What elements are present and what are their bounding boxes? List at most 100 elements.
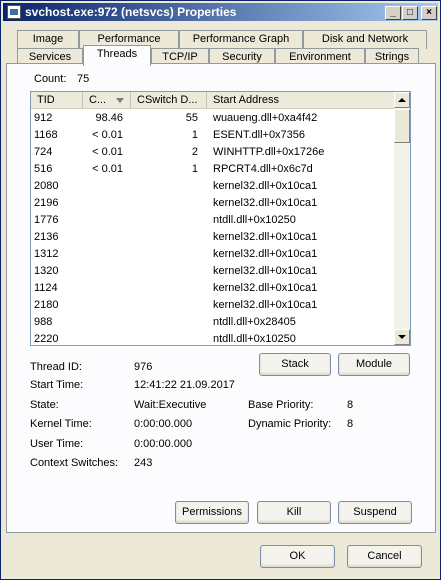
- window-title: svchost.exe:972 (netsvcs) Properties: [25, 5, 237, 19]
- cell-cswitch-delta: 2: [191, 146, 198, 158]
- table-row[interactable]: 912 98.46 55 wuaueng.dll+0xa4f42: [31, 110, 395, 127]
- tab-image[interactable]: Image: [17, 30, 79, 49]
- cell-cswitch-delta: 1: [191, 163, 198, 175]
- start-time-label: Start Time:: [30, 379, 84, 391]
- context-switches-label: Context Switches:: [30, 457, 119, 469]
- cancel-button[interactable]: Cancel: [347, 545, 422, 568]
- column-tid-label: TID: [37, 94, 55, 106]
- cell-tid: 1320: [34, 265, 59, 277]
- cell-cpu: < 0.01: [92, 146, 123, 158]
- tab-performance-graph[interactable]: Performance Graph: [179, 30, 303, 49]
- kill-button[interactable]: Kill: [257, 501, 331, 524]
- kernel-time-value: 0:00:00.000: [134, 418, 193, 430]
- column-start-address-label: Start Address: [213, 94, 280, 106]
- stack-button[interactable]: Stack: [259, 353, 331, 376]
- maximize-button[interactable]: □: [402, 6, 418, 20]
- threads-list[interactable]: TID C... CSwitch D... Start Address 912 9…: [30, 91, 411, 346]
- table-row[interactable]: 724 < 0.01 2 WINHTTP.dll+0x1726e: [31, 144, 395, 161]
- cell-tid: 2136: [34, 231, 59, 243]
- cell-start-address: ntdll.dll+0x10250: [213, 333, 296, 345]
- table-row[interactable]: 2180 kernel32.dll+0x10ca1: [31, 297, 395, 314]
- count-label: Count:: [34, 73, 67, 85]
- arrow-down-icon: [398, 335, 406, 339]
- cell-tid: 1168: [34, 129, 58, 141]
- app-icon: [7, 5, 21, 19]
- ok-button[interactable]: OK: [260, 545, 335, 568]
- permissions-button[interactable]: Permissions: [175, 501, 249, 524]
- table-row[interactable]: 988 ntdll.dll+0x28405: [31, 314, 395, 331]
- state-value: Wait:Executive: [134, 399, 207, 411]
- user-time-value: 0:00:00.000: [134, 438, 193, 450]
- cell-start-address: kernel32.dll+0x10ca1: [213, 197, 318, 209]
- cell-tid: 516: [34, 163, 53, 175]
- tab-threads[interactable]: Threads: [83, 45, 151, 66]
- cell-start-address: kernel32.dll+0x10ca1: [213, 265, 318, 277]
- table-row[interactable]: 1776 ntdll.dll+0x10250: [31, 212, 395, 229]
- cell-start-address: kernel32.dll+0x10ca1: [213, 180, 318, 192]
- table-row[interactable]: 2080 kernel32.dll+0x10ca1: [31, 178, 395, 195]
- start-time-value: 12:41:22 21.09.2017: [134, 379, 235, 391]
- cell-start-address: ntdll.dll+0x28405: [213, 316, 296, 328]
- cell-cpu: < 0.01: [92, 129, 123, 141]
- cell-start-address: kernel32.dll+0x10ca1: [213, 282, 318, 294]
- table-row[interactable]: 1168 < 0.01 1 ESENT.dll+0x7356: [31, 127, 395, 144]
- column-cswitch-label: CSwitch D...: [137, 94, 198, 106]
- cell-start-address: ntdll.dll+0x10250: [213, 214, 296, 226]
- close-button[interactable]: ×: [421, 6, 437, 20]
- cell-tid: 2220: [34, 333, 59, 345]
- cell-tid: 724: [34, 146, 53, 158]
- cell-tid: 1312: [34, 248, 59, 260]
- cell-start-address: kernel32.dll+0x10ca1: [213, 299, 318, 311]
- cell-cswitch-delta: 1: [191, 129, 198, 141]
- cell-tid: 2080: [34, 180, 59, 192]
- base-priority-label: Base Priority:: [248, 399, 314, 411]
- cell-tid: 988: [34, 316, 53, 328]
- table-row[interactable]: 516 < 0.01 1 RPCRT4.dll+0x6c7d: [31, 161, 395, 178]
- cell-cswitch-delta: 55: [185, 112, 198, 124]
- thread-id-value: 976: [134, 361, 153, 373]
- cell-tid: 912: [34, 112, 53, 124]
- column-start-address[interactable]: Start Address: [207, 92, 395, 109]
- column-tid[interactable]: TID: [31, 92, 83, 109]
- title-bar[interactable]: svchost.exe:972 (netsvcs) Properties _ □…: [3, 3, 438, 21]
- cell-start-address: kernel32.dll+0x10ca1: [213, 248, 318, 260]
- thread-id-label: Thread ID:: [30, 361, 82, 373]
- table-row[interactable]: 2196 kernel32.dll+0x10ca1: [31, 195, 395, 212]
- cell-start-address: kernel32.dll+0x10ca1: [213, 231, 318, 243]
- table-row[interactable]: 2220 ntdll.dll+0x10250: [31, 331, 395, 348]
- count-value: 75: [77, 73, 90, 85]
- cell-start-address: WINHTTP.dll+0x1726e: [213, 146, 325, 158]
- table-row[interactable]: 1312 kernel32.dll+0x10ca1: [31, 246, 395, 263]
- user-time-label: User Time:: [30, 438, 84, 450]
- minimize-button[interactable]: _: [385, 6, 401, 20]
- kernel-time-label: Kernel Time:: [30, 418, 92, 430]
- column-cpu-label: C...: [89, 94, 107, 106]
- arrow-up-icon: [398, 98, 406, 102]
- vertical-scrollbar[interactable]: [394, 92, 410, 345]
- column-cswitch-delta[interactable]: CSwitch D...: [131, 92, 207, 109]
- list-header: TID C... CSwitch D... Start Address: [31, 92, 395, 109]
- properties-window: svchost.exe:972 (netsvcs) Properties _ □…: [0, 0, 441, 580]
- cell-cpu: 98.46: [95, 112, 123, 124]
- suspend-button[interactable]: Suspend: [338, 501, 412, 524]
- table-row[interactable]: 1320 kernel32.dll+0x10ca1: [31, 263, 395, 280]
- cell-cpu: < 0.01: [92, 163, 123, 175]
- module-button[interactable]: Module: [338, 353, 410, 376]
- base-priority-value: 8: [347, 399, 354, 411]
- cell-start-address: wuaueng.dll+0xa4f42: [213, 112, 318, 124]
- cell-tid: 1124: [34, 282, 58, 294]
- context-switches-value: 243: [134, 457, 153, 469]
- table-row[interactable]: 2136 kernel32.dll+0x10ca1: [31, 229, 395, 246]
- cell-start-address: RPCRT4.dll+0x6c7d: [213, 163, 313, 175]
- cell-tid: 2196: [34, 197, 59, 209]
- dynamic-priority-label: Dynamic Priority:: [248, 418, 332, 430]
- cell-start-address: ESENT.dll+0x7356: [213, 129, 306, 141]
- scroll-thumb[interactable]: [394, 109, 410, 143]
- table-row[interactable]: 1124 kernel32.dll+0x10ca1: [31, 280, 395, 297]
- scroll-up-button[interactable]: [394, 92, 410, 108]
- cell-tid: 2180: [34, 299, 59, 311]
- scroll-down-button[interactable]: [394, 329, 410, 345]
- tab-disk-and-network[interactable]: Disk and Network: [303, 30, 427, 49]
- column-cpu[interactable]: C...: [83, 92, 131, 109]
- state-label: State:: [30, 399, 59, 411]
